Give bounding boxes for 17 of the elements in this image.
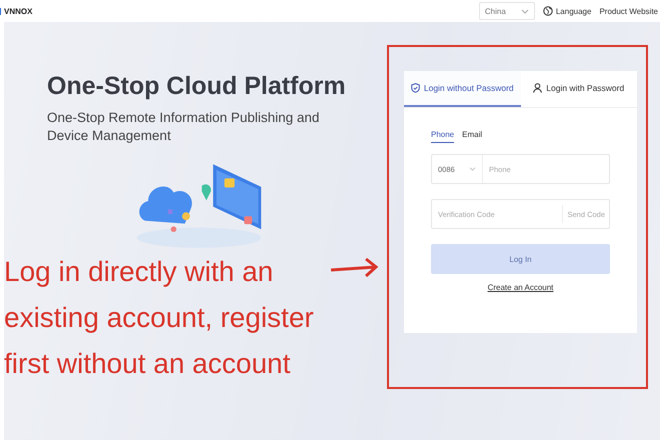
region-select[interactable]: China <box>478 2 535 20</box>
login-tab[interactable]: Login without Password <box>404 71 520 107</box>
chevron-down-icon <box>520 8 529 14</box>
language-link[interactable]: Language <box>542 6 592 16</box>
shield-icon <box>410 83 420 93</box>
annotation-arrow <box>330 257 380 279</box>
chevron-down-icon <box>469 167 476 171</box>
method-tab[interactable]: Phone <box>431 130 454 143</box>
annotation-text: Log in directly with an existing account, register first without an account <box>4 255 315 381</box>
create-account-link[interactable]: Create an Account <box>488 283 554 292</box>
logo: VNNOX <box>0 6 32 16</box>
product-website-link[interactable]: Product Website <box>599 6 658 16</box>
hero-title: One-Stop Cloud Platform <box>47 72 347 101</box>
globe-icon <box>542 6 553 16</box>
hero-subtitle: One-Stop Remote Information Publishing and Device Management <box>47 109 320 145</box>
method-tab[interactable]: Email <box>462 130 482 143</box>
user-icon <box>533 83 542 93</box>
